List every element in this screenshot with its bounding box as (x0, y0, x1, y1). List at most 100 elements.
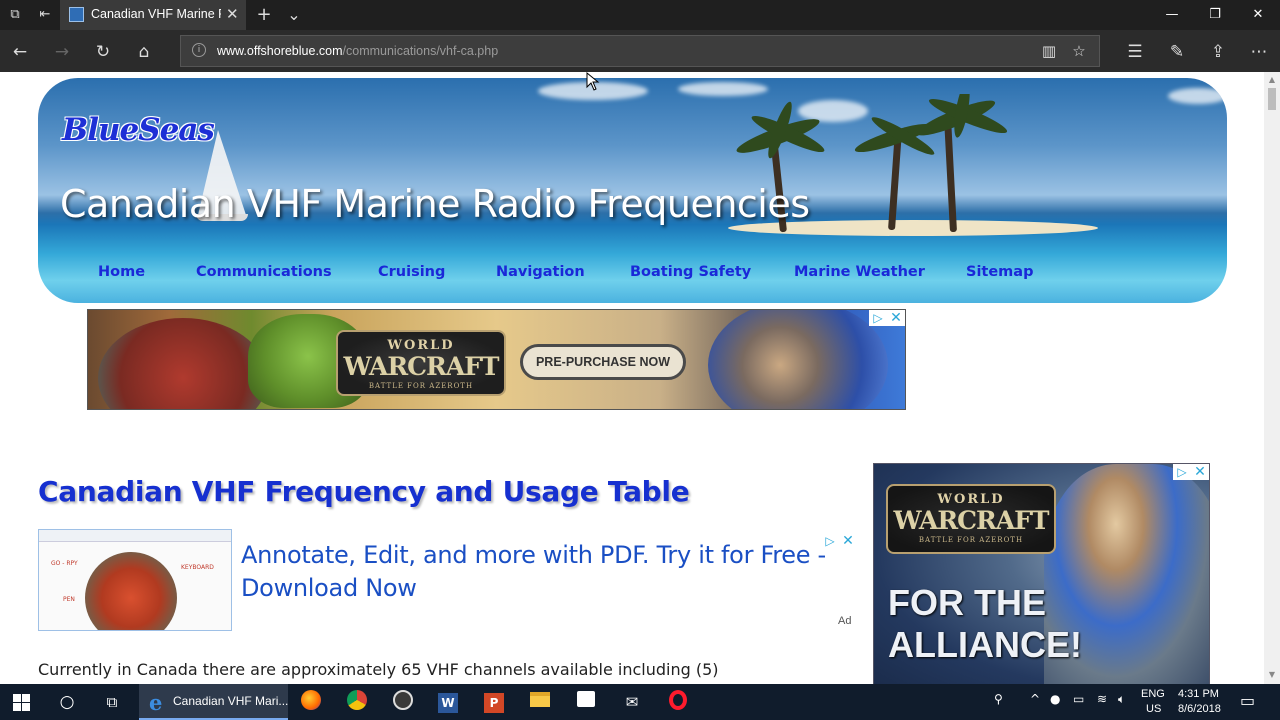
scroll-down-icon[interactable]: ▼ (1267, 670, 1277, 680)
adchoices-icon[interactable]: ▷ (870, 310, 886, 326)
warcraft-banner-ad[interactable]: WORLD WARCRAFT BATTLE FOR AZEROTH PRE-PU… (87, 309, 906, 410)
nav-link-boating-safety[interactable]: Boating Safety (630, 264, 751, 280)
minimize-icon[interactable]: — (1152, 4, 1192, 26)
nav-link-cruising[interactable]: Cruising (378, 264, 445, 280)
ad-close-icon[interactable]: ✕ (888, 310, 904, 326)
ad-close-icon[interactable]: ✕ (840, 533, 856, 549)
wifi-icon[interactable]: ≋ (1097, 692, 1107, 706)
favorites-hub-icon[interactable]: ☰ (1124, 41, 1146, 63)
nav-link-marine-weather[interactable]: Marine Weather (794, 264, 925, 280)
tablet-photo (85, 552, 177, 630)
cortana-search-icon[interactable]: ○ (55, 690, 79, 714)
language-indicator-bottom[interactable]: US (1146, 703, 1161, 715)
browser-navbar: ← → ↻ ⌂ i www.offshoreblue.com/communica… (0, 30, 1280, 72)
language-indicator-top[interactable]: ENG (1141, 688, 1165, 700)
pre-purchase-button[interactable]: PRE-PURCHASE NOW (520, 344, 686, 380)
task-view-icon[interactable]: ⧉ (100, 690, 124, 714)
address-bar[interactable]: i www.offshoreblue.com/communications/vh… (180, 35, 1100, 67)
ad-label: Ad (838, 615, 852, 627)
warcraft-logo-top: WORLD (937, 492, 1005, 507)
opera-icon[interactable] (666, 690, 690, 714)
mail-icon[interactable]: ✉ (620, 690, 644, 714)
browser-titlebar: ⧉ ⇤ Canadian VHF Marine F ✕ + ⌄ — ❐ ✕ (0, 0, 1280, 30)
tab-close-icon[interactable]: ✕ (226, 5, 239, 23)
reading-view-icon[interactable]: ▥ (1039, 41, 1059, 61)
doodle-text: KEYBOARD (181, 564, 214, 571)
firefox-icon[interactable] (299, 690, 323, 714)
tray-app-icon[interactable]: ● (1050, 692, 1060, 706)
obs-icon[interactable] (391, 690, 415, 714)
word-icon[interactable]: W (436, 690, 460, 714)
site-info-icon[interactable]: i (192, 43, 206, 57)
side-ad-line-2: ALLIANCE! (888, 624, 1082, 665)
store-icon[interactable] (574, 690, 598, 714)
nav-link-sitemap[interactable]: Sitemap (966, 264, 1033, 280)
adchoices-icon[interactable]: ▷ (822, 533, 838, 549)
maximize-icon[interactable]: ❐ (1195, 4, 1235, 26)
home-icon[interactable]: ⌂ (133, 41, 155, 63)
back-icon[interactable]: ← (9, 41, 31, 63)
new-tab-button[interactable]: + (255, 6, 273, 24)
web-page: BlueSeas Canadian VHF Marine Radio Frequ… (0, 72, 1264, 684)
forward-icon[interactable]: → (51, 41, 73, 63)
shield-image (98, 318, 268, 409)
palm-leaves-icon (736, 94, 1008, 159)
close-icon[interactable]: ✕ (1238, 4, 1278, 26)
site-logo[interactable]: BlueSeas (62, 112, 215, 148)
web-note-icon[interactable]: ✎ (1166, 41, 1188, 63)
refresh-icon[interactable]: ↻ (92, 41, 114, 63)
more-icon[interactable]: ⋯ (1248, 41, 1270, 63)
intro-paragraph: Currently in Canada there are approximat… (38, 660, 719, 679)
adchoices: ▷ ✕ (869, 310, 905, 326)
url-path: /communications/vhf-ca.php (342, 44, 499, 58)
volume-icon[interactable]: 🔈︎ (1118, 692, 1125, 707)
ad-close-icon[interactable]: ✕ (1192, 464, 1208, 480)
nav-link-home[interactable]: Home (98, 264, 145, 280)
knight-image (708, 310, 888, 409)
tab-title: Canadian VHF Marine F (91, 7, 221, 21)
people-icon[interactable]: ⚲ (994, 692, 1003, 706)
warcraft-logo-top: WORLD (387, 338, 455, 353)
warcraft-logo-main: WARCRAFT (893, 506, 1049, 535)
favorite-star-icon[interactable]: ☆ (1069, 41, 1089, 61)
pdf-ad-thumbnail[interactable]: GO - RPY KEYBOARD PEN (38, 529, 232, 631)
active-tab[interactable]: Canadian VHF Marine F ✕ (60, 0, 246, 30)
scroll-up-icon[interactable]: ▲ (1267, 75, 1277, 85)
url-domain: www.offshoreblue.com (217, 44, 343, 58)
adchoices: ▷ ✕ (1173, 464, 1209, 480)
tray-chevron-up-icon[interactable]: ^ (1030, 692, 1040, 706)
clock-time[interactable]: 4:31 PM (1178, 688, 1219, 700)
taskbar-edge-window[interactable]: e Canadian VHF Mari... (139, 684, 288, 720)
nav-link-communications[interactable]: Communications (196, 264, 332, 280)
pdf-ad-headline[interactable]: Annotate, Edit, and more with PDF. Try i… (241, 539, 841, 605)
url-text[interactable]: www.offshoreblue.com/communications/vhf-… (217, 44, 498, 58)
warcraft-logo-main: WARCRAFT (343, 352, 499, 381)
side-ad-slogan: FOR THE ALLIANCE! (888, 582, 1082, 666)
windows-start-icon[interactable] (13, 694, 30, 711)
pdf-text-ad[interactable]: GO - RPY KEYBOARD PEN Annotate, Edit, an… (38, 529, 857, 633)
adchoices-icon[interactable]: ▷ (1174, 464, 1190, 480)
clock-date[interactable]: 8/6/2018 (1178, 703, 1221, 715)
chrome-icon[interactable] (345, 690, 369, 714)
nav-link-navigation[interactable]: Navigation (496, 264, 585, 280)
share-icon[interactable]: ⇪ (1207, 41, 1229, 63)
tab-preview-icon[interactable]: ⇤ (36, 6, 54, 24)
scrollbar-thumb[interactable] (1268, 88, 1276, 110)
warcraft-logo-sub: BATTLE FOR AZEROTH (368, 382, 474, 390)
action-center-icon[interactable]: ▭ (1240, 691, 1255, 710)
warcraft-logo: WORLD WARCRAFT BATTLE FOR AZEROTH (336, 330, 506, 396)
tab-list-chevron-icon[interactable]: ⌄ (285, 6, 303, 24)
warcraft-logo: WORLD WARCRAFT BATTLE FOR AZEROTH (886, 484, 1056, 554)
banner-title: Canadian VHF Marine Radio Frequencies (60, 182, 810, 226)
battery-icon[interactable]: ▭ (1073, 692, 1084, 706)
site-header-banner: BlueSeas Canadian VHF Marine Radio Frequ… (38, 78, 1227, 303)
powerpoint-icon[interactable]: P (482, 690, 506, 714)
warcraft-side-ad[interactable]: WORLD WARCRAFT BATTLE FOR AZEROTH FOR TH… (873, 463, 1210, 684)
doodle-text: PEN (63, 596, 75, 603)
edge-icon: e (149, 690, 163, 715)
page-scrollbar[interactable]: ▲ ▼ (1264, 72, 1280, 684)
tab-set-aside-icon[interactable]: ⧉ (6, 6, 24, 24)
windows-taskbar: ○ ⧉ e Canadian VHF Mari... W P ✉ ⚲ ^ ● ▭… (0, 684, 1280, 720)
page-heading: Canadian VHF Frequency and Usage Table (38, 475, 690, 508)
file-explorer-icon[interactable] (528, 690, 552, 714)
